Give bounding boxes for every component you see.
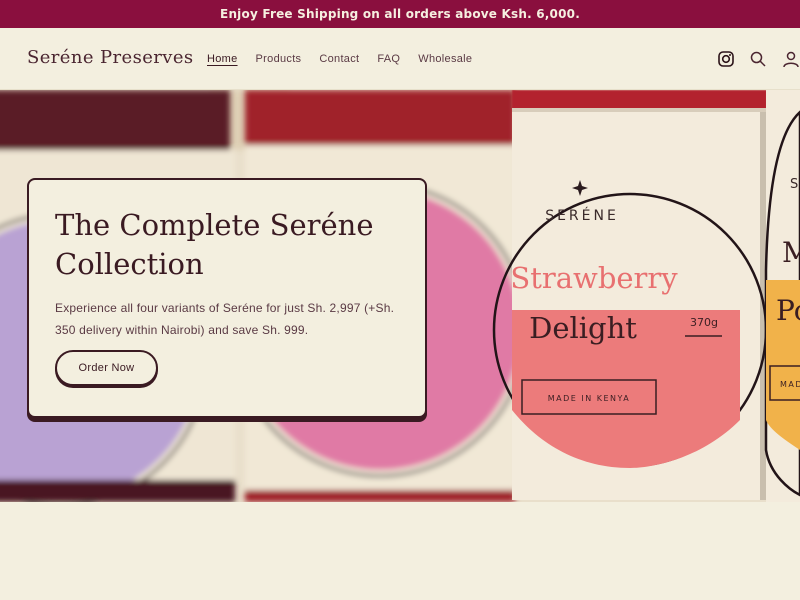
- nav-contact[interactable]: Contact: [319, 53, 359, 65]
- jar-flavor-line2: Delight: [529, 311, 637, 345]
- hero-description: Experience all four variants of Seréne f…: [55, 301, 395, 337]
- search-icon[interactable]: [749, 50, 767, 68]
- nav-products[interactable]: Products: [256, 53, 302, 65]
- announcement-bar: Enjoy Free Shipping on all orders above …: [0, 0, 800, 28]
- nav-faq[interactable]: FAQ: [377, 53, 400, 65]
- content-section: [0, 502, 800, 600]
- hero-title: The Complete Seréne Collection: [55, 208, 374, 281]
- jar-flavor-line1: Strawberry: [510, 261, 678, 295]
- jar-right: S M Po MAD: [764, 90, 800, 502]
- order-now-button[interactable]: Order Now: [55, 350, 158, 386]
- jar-weight-text: 370g: [690, 316, 718, 329]
- account-icon[interactable]: [782, 50, 800, 68]
- main-nav: Home Products Contact FAQ Wholesale: [207, 53, 472, 65]
- jar-origin-text: MADE IN KENYA: [548, 394, 631, 403]
- jar-right-brand: S: [790, 177, 798, 192]
- jar-right-origin: MAD: [780, 380, 800, 389]
- site-header: Seréne Preserves Home Products Contact F…: [0, 28, 800, 90]
- jar-right-line1: M: [782, 236, 800, 269]
- jar-strawberry-delight: SERÉNE Strawberry Delight 370g MADE IN K…: [492, 90, 768, 500]
- announcement-text: Enjoy Free Shipping on all orders above …: [220, 7, 580, 21]
- hero-card: The Complete Seréne Collection Experienc…: [27, 178, 427, 418]
- nav-wholesale[interactable]: Wholesale: [418, 53, 472, 65]
- brand-logo[interactable]: Seréne Preserves: [27, 47, 194, 68]
- jar-right-line2: Po: [776, 294, 800, 327]
- nav-home[interactable]: Home: [207, 53, 238, 65]
- jar-brand-text: SERÉNE: [545, 207, 619, 224]
- instagram-icon[interactable]: [717, 50, 735, 68]
